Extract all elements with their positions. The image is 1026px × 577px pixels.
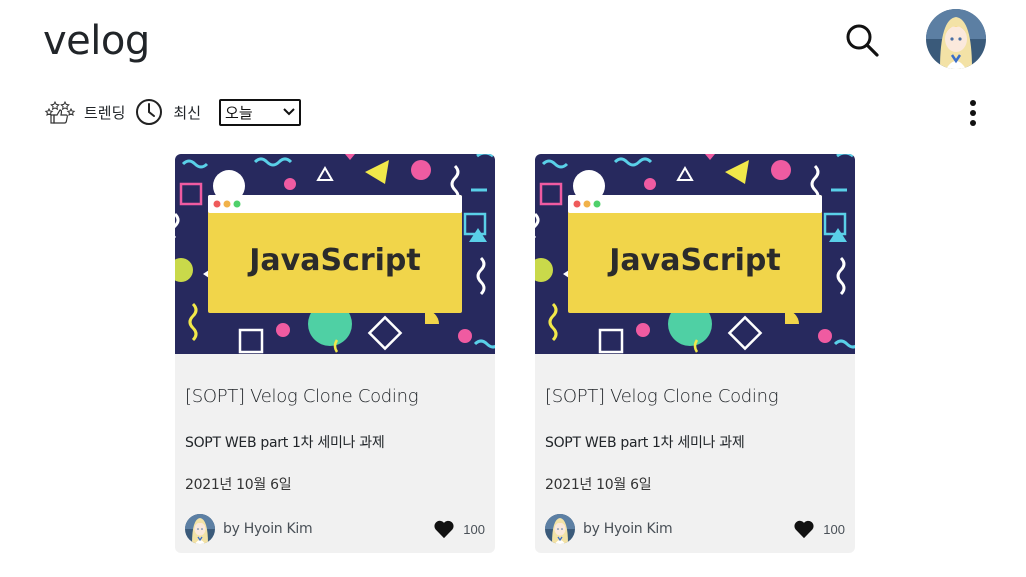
velog-logo[interactable]: velog [43,18,150,64]
period-selected-value: 오늘 [225,103,253,122]
post-footer: by Hyoin Kim 100 [545,514,845,544]
like-button[interactable]: 100 [793,519,845,539]
post-card[interactable]: JavaScript [SOPT] Velog Clone Coding SOP… [175,154,495,553]
post-title[interactable]: [SOPT] Velog Clone Coding [545,386,779,407]
recent-label: 최신 [173,103,202,122]
post-author[interactable]: by Hyoin Kim [583,521,673,537]
search-icon [846,24,879,57]
chevron-down-icon [283,108,295,116]
trending-tab[interactable]: 트렌딩 [44,96,125,128]
like-button[interactable]: 100 [433,519,485,539]
author-avatar[interactable] [185,514,215,544]
profile-avatar[interactable] [926,9,986,69]
heart-icon [794,520,814,539]
heart-icon [434,520,454,539]
more-vertical-icon [970,100,976,126]
author-avatar[interactable] [545,514,575,544]
feed-filter-bar: 트렌딩 최신 오늘 [44,96,302,128]
post-author[interactable]: by Hyoin Kim [223,521,313,537]
trending-label: 트렌딩 [84,103,126,122]
post-thumbnail: JavaScript [535,154,855,354]
post-description: SOPT WEB part 1차 세미나 과제 [545,435,745,451]
post-card[interactable]: JavaScript [SOPT] Velog Clone Coding SOP… [535,154,855,553]
trending-icon [44,100,76,124]
clock-icon [136,99,163,125]
post-footer: by Hyoin Kim 100 [185,514,485,544]
post-thumbnail: JavaScript [175,154,495,354]
post-date: 2021년 10월 6일 [545,477,652,493]
more-menu-button[interactable] [962,98,984,128]
thumbnail-text: JavaScript [247,243,421,278]
search-button[interactable] [842,20,882,60]
like-count: 100 [463,521,485,537]
like-count: 100 [823,521,845,537]
period-select[interactable]: 오늘 [219,98,302,126]
post-description: SOPT WEB part 1차 세미나 과제 [185,435,385,451]
post-date: 2021년 10월 6일 [185,477,292,493]
post-title[interactable]: [SOPT] Velog Clone Coding [185,386,419,407]
recent-tab[interactable]: 최신 [125,98,201,126]
thumbnail-text: JavaScript [607,243,781,278]
